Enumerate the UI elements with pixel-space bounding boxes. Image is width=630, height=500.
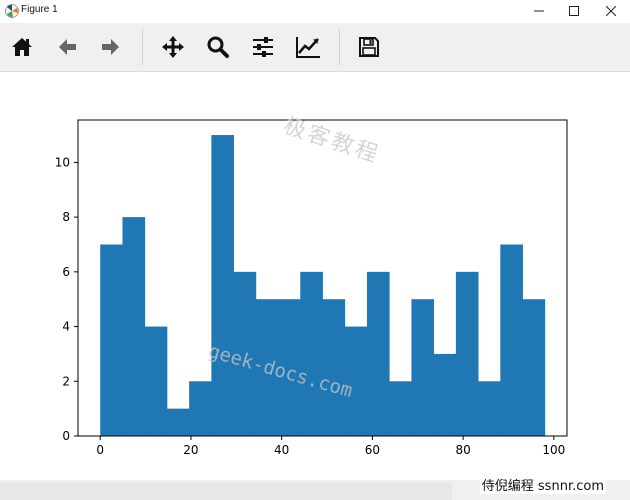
maximize-icon [569,6,579,16]
histogram-bar-19 [522,299,546,436]
histogram-bar-2 [144,326,168,436]
y-tick-label: 4 [62,320,70,334]
histogram-bar-8 [278,299,301,436]
histogram-bar-15 [433,353,457,436]
histogram-bar-3 [166,408,190,436]
line-chart-icon [296,37,320,58]
x-tick-label: 40 [274,443,289,457]
histogram-bar-7 [255,299,279,436]
floppy-disk-icon [359,37,379,57]
histogram-bar-0 [100,244,123,436]
forward-button[interactable] [97,33,125,61]
status-message-area [0,482,452,500]
title-bar: Figure 1 [0,0,630,22]
y-tick-label: 6 [62,265,70,279]
brand-label: 侍倪编程 ssnnr.com [479,475,606,494]
figure-canvas[interactable]: 0 20 40 60 80 100 0 2 4 6 8 10 [0,72,630,480]
toolbar-separator [339,29,340,65]
arrow-right-icon [102,39,119,55]
histogram-bar-4 [189,381,212,436]
x-tick-label: 0 [96,443,104,457]
histogram-bar-12 [366,271,390,436]
magnifier-icon [207,36,229,58]
x-tick-label: 20 [183,443,198,457]
histogram-bar-14 [411,299,435,436]
configure-subplots-button[interactable] [249,33,277,61]
window-title: Figure 1 [21,4,58,15]
minimize-icon [534,10,544,12]
y-tick-label: 0 [62,429,70,443]
move-arrows-icon [162,36,184,58]
x-tick-label: 60 [365,443,380,457]
histogram-bar-17 [478,381,501,436]
histogram-bar-10 [322,299,346,436]
home-icon [12,38,32,56]
edit-axis-button[interactable] [294,33,322,61]
maximize-button[interactable] [557,0,591,22]
histogram-bar-9 [300,271,323,436]
histogram-bar-5 [211,135,234,437]
zoom-button[interactable] [204,33,232,61]
close-icon [606,6,616,16]
arrow-left-icon [59,39,76,55]
minimize-button[interactable] [522,0,556,22]
y-tick-label: 10 [55,155,70,169]
histogram-bar-1 [122,217,146,436]
histogram-bar-6 [233,271,257,436]
matplotlib-app-icon [5,4,19,18]
toolbar-separator [142,29,143,65]
save-button[interactable] [355,33,383,61]
histogram-bar-13 [389,381,412,436]
sliders-icon [253,37,273,57]
histogram-bar-16 [455,271,479,436]
back-button[interactable] [53,33,81,61]
x-tick-label: 100 [542,443,565,457]
navigation-toolbar [0,23,630,72]
y-tick-label: 2 [62,374,70,388]
y-tick-label: 8 [62,210,70,224]
close-button[interactable] [594,0,628,22]
histogram-plot: 0 20 40 60 80 100 0 2 4 6 8 10 [55,119,568,457]
home-button[interactable] [8,33,36,61]
histogram-bar-18 [500,244,523,436]
histogram-bar-11 [344,326,368,436]
x-tick-label: 80 [455,443,470,457]
pan-button[interactable] [159,33,187,61]
